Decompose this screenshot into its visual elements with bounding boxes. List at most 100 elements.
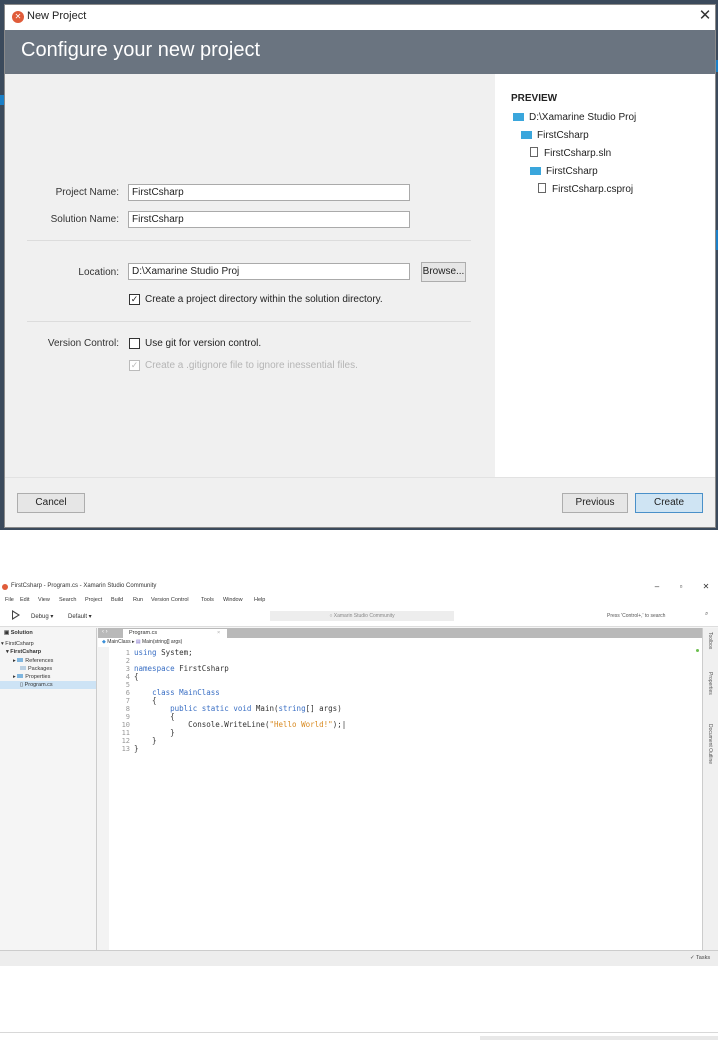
- preview-item: FirstCsharp.sln: [530, 147, 611, 161]
- file-icon: [538, 183, 546, 193]
- divider: [0, 1032, 718, 1033]
- target-selector[interactable]: Default ▾: [68, 613, 92, 620]
- search-icon[interactable]: ⌕: [705, 611, 708, 618]
- code-line: namespace FirstCsharp: [134, 664, 229, 673]
- solution-pad-label: Solution: [10, 630, 33, 636]
- status-dot-icon: [696, 649, 699, 652]
- ide-title: FirstCsharp - Program.cs - Xamarin Studi…: [11, 583, 157, 589]
- solution-icon: ▣: [4, 630, 11, 636]
- solution-pad-title: ▣ Solution: [0, 628, 97, 638]
- tasks-button[interactable]: ✓ Tasks: [690, 955, 710, 961]
- breadcrumb-method[interactable]: Main(string[] args): [142, 639, 182, 645]
- xamarin-studio-window: FirstCsharp - Program.cs - Xamarin Studi…: [0, 580, 718, 966]
- close-icon[interactable]: ✕: [700, 582, 712, 591]
- tab-program-cs[interactable]: Program.cs ×: [123, 629, 227, 638]
- ide-titlebar: FirstCsharp - Program.cs - Xamarin Studi…: [0, 580, 718, 595]
- menu-build[interactable]: Build: [111, 597, 123, 603]
- tree-label: FirstCsharp: [5, 641, 34, 647]
- maximize-icon[interactable]: ▫: [675, 582, 687, 591]
- line-number: 13: [121, 745, 130, 753]
- page-title: Configure your new project: [21, 39, 261, 61]
- line-number: 1: [125, 649, 130, 657]
- preview-item-label: FirstCsharp.csproj: [552, 184, 634, 195]
- solution-name-label: Solution Name:: [50, 214, 119, 225]
- menu-tools[interactable]: Tools: [201, 597, 214, 603]
- code-editor[interactable]: 1 2 3 4 5 6 7 8 9 10 11 12 13 using Syst…: [98, 647, 702, 950]
- solution-pad: ▣ Solution ▾ FirstCsharp ▾ FirstCsharp ▸…: [0, 628, 97, 950]
- browse-button[interactable]: Browse...: [421, 262, 466, 282]
- config-label: Debug: [31, 614, 49, 620]
- cancel-button[interactable]: Cancel: [17, 493, 85, 513]
- line-number: 2: [125, 657, 130, 665]
- divider: [480, 1036, 718, 1040]
- previous-button[interactable]: Previous: [562, 493, 628, 513]
- preview-title: PREVIEW: [511, 93, 558, 104]
- preview-item: FirstCsharp.csproj: [538, 183, 633, 197]
- dialog-footer: Cancel Previous Create: [5, 477, 715, 527]
- preview-item-label: D:\Xamarine Studio Proj: [529, 112, 637, 123]
- tree-item-solution[interactable]: ▾ FirstCsharp: [1, 640, 97, 648]
- project-name-input[interactable]: [128, 184, 410, 201]
- menu-version-control[interactable]: Version Control: [151, 597, 189, 603]
- menu-view[interactable]: View: [38, 597, 50, 603]
- tree-label: Properties: [25, 674, 51, 680]
- tree-item-program-cs[interactable]: ▯ Program.cs: [0, 681, 96, 689]
- tree-label: References: [25, 658, 54, 664]
- ide-status-bar: ✓ Tasks: [0, 950, 718, 966]
- tab-close-icon[interactable]: ×: [217, 629, 220, 638]
- nav-arrows-icon[interactable]: ‹ ›: [102, 629, 108, 635]
- xamarin-logo-icon: ✕: [12, 11, 24, 23]
- code-line: }: [134, 744, 139, 753]
- create-button[interactable]: Create: [635, 493, 703, 513]
- search-input[interactable]: Press 'Control+,' to search: [604, 611, 712, 621]
- folder-icon: [530, 167, 541, 175]
- folder-icon: [17, 674, 24, 678]
- preview-item-label: FirstCsharp: [537, 130, 589, 141]
- run-icon[interactable]: [12, 610, 20, 620]
- preview-item-label: FirstCsharp: [546, 166, 598, 177]
- folder-icon: [521, 131, 532, 139]
- line-number: 8: [125, 705, 130, 713]
- line-number: 9: [125, 713, 130, 721]
- create-dir-checkbox[interactable]: ✓: [129, 294, 140, 305]
- preview-item: FirstCsharp: [521, 129, 589, 143]
- editor-tab-bar: ‹ › Program.cs ×: [98, 628, 702, 638]
- status-text: Xamarin Studio Community: [333, 613, 395, 619]
- toolbox-pad[interactable]: Toolbox: [707, 632, 713, 649]
- file-icon: [530, 147, 538, 157]
- tab-label: Program.cs: [129, 630, 158, 636]
- project-name-label: Project Name:: [55, 187, 119, 198]
- menu-edit[interactable]: Edit: [20, 597, 29, 603]
- menu-file[interactable]: File: [5, 597, 14, 603]
- breadcrumb: ◆ MainClass ▸ ▤ Main(string[] args): [98, 638, 702, 647]
- folder-icon: [513, 113, 524, 121]
- config-selector[interactable]: Debug ▾: [31, 613, 53, 620]
- minimize-icon[interactable]: –: [651, 582, 663, 591]
- tree-item-project[interactable]: ▾ FirstCsharp: [6, 648, 97, 656]
- status-bar-center: ○ Xamarin Studio Community: [270, 611, 454, 621]
- right-pad-bar: Toolbox Properties Document Outline: [702, 628, 718, 950]
- menu-search[interactable]: Search: [59, 597, 76, 603]
- tree-item-properties[interactable]: ▸ Properties: [13, 673, 97, 681]
- preview-item-label: FirstCsharp.sln: [544, 148, 612, 159]
- tree-item-packages[interactable]: Packages: [20, 665, 97, 673]
- gitignore-checkbox[interactable]: ✓: [129, 360, 140, 371]
- location-input[interactable]: [128, 263, 410, 280]
- document-outline-pad[interactable]: Document Outline: [707, 724, 713, 764]
- solution-name-input[interactable]: [128, 211, 410, 228]
- properties-pad[interactable]: Properties: [707, 672, 713, 695]
- breadcrumb-class[interactable]: MainClass: [107, 639, 130, 645]
- menu-window[interactable]: Window: [223, 597, 243, 603]
- code-line: {: [134, 672, 139, 681]
- menu-help[interactable]: Help: [254, 597, 265, 603]
- preview-item: FirstCsharp: [530, 165, 598, 179]
- gitignore-label: Create a .gitignore file to ignore iness…: [145, 360, 358, 371]
- tree-item-references[interactable]: ▸ References: [13, 657, 97, 665]
- menu-bar: File Edit View Search Project Build Run …: [0, 595, 718, 605]
- menu-project[interactable]: Project: [85, 597, 102, 603]
- xamarin-logo-icon: [2, 584, 8, 590]
- close-button[interactable]: ✕: [695, 6, 715, 26]
- line-number: 11: [121, 729, 130, 737]
- use-git-checkbox[interactable]: [129, 338, 140, 349]
- menu-run[interactable]: Run: [133, 597, 143, 603]
